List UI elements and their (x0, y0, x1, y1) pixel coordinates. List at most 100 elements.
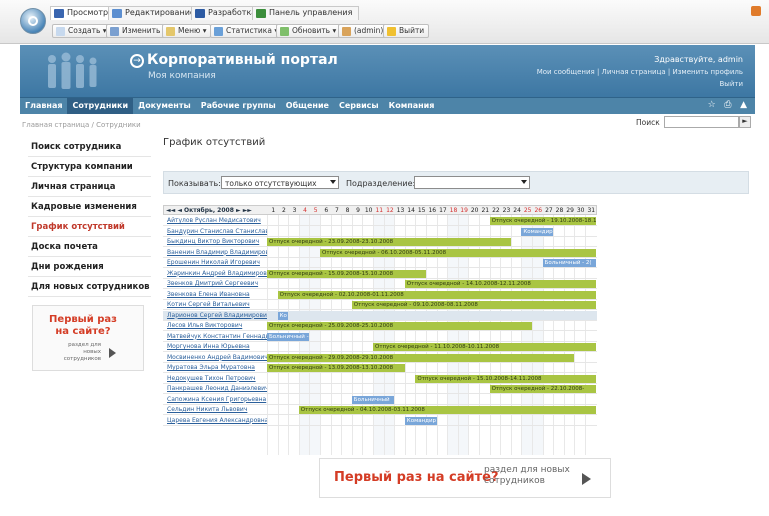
tab-control-panel[interactable]: Панель управления (252, 6, 360, 20)
show-label: Показывать: (168, 179, 221, 188)
department-select[interactable] (414, 176, 530, 189)
statistics-button[interactable]: Статистика ▾ (210, 24, 284, 38)
search-input[interactable] (664, 116, 739, 128)
calendar-next-button[interactable]: ► ►► (236, 207, 252, 214)
employee-name-link[interactable]: Моргунова Инна Юрьевна (167, 343, 267, 350)
vacation-bar[interactable]: Отпуск очередной - 11.10.2008-10.11.2008 (373, 343, 596, 351)
table-row: Панкрашев Леонид Даниэлевич Отпуск очеред… (163, 384, 597, 394)
new-visitor-promo[interactable]: Первый раз на сайте? раздел для новых со… (32, 305, 144, 371)
vacation-bar[interactable]: Отпуск очередной - 09.10.2008-08.11.2008 (351, 301, 596, 309)
vacation-bar[interactable]: Отпуск очередной - 15.09.2008-15.10.2008 (267, 269, 426, 278)
vacation-bar[interactable]: Отпуск очередной - 22.10.2008- (489, 385, 596, 393)
show-select[interactable]: только отсутствующих (221, 176, 339, 189)
portal-subtitle: Моя компания (148, 71, 216, 81)
business-trip-bar[interactable]: Командир (404, 416, 437, 425)
employee-name-link[interactable]: Сельдин Никита Львович (167, 406, 267, 413)
sick-leave-bar[interactable]: Больничный (351, 395, 395, 404)
employee-name-link[interactable]: Котин Сергей Витальевич (167, 301, 267, 308)
employee-name-link[interactable]: Панкрашев Леонид Даниэлевич (167, 385, 267, 392)
user-icon (342, 27, 351, 36)
promo-title: Первый раз на сайте? (49, 314, 117, 337)
employee-name-link[interactable]: Мосвиненко Андрей Вадимович (167, 354, 267, 361)
create-button[interactable]: Создать ▾ (52, 24, 112, 38)
day-label: 31 (587, 207, 596, 214)
business-trip-bar[interactable]: Командир (521, 227, 554, 236)
vacation-bar[interactable]: Отпуск очередной - 15.10.2008-14.11.2008 (415, 374, 596, 383)
sidebar: Поиск сотрудника Структура компании Личн… (28, 137, 151, 297)
search-button[interactable]: ► (739, 116, 751, 128)
employee-name-link[interactable]: Быкдинц Виктор Викторович (167, 238, 267, 245)
promo-subtitle: раздел для новых сотрудников (63, 342, 101, 362)
vacation-bar[interactable]: Отпуск очередной - 23.09.2008-23.10.2008 (267, 238, 511, 246)
vacation-bar[interactable]: Отпуск очередной - 19.10.2008-18.11.200 (489, 217, 596, 225)
close-icon[interactable] (751, 6, 761, 16)
table-row: Матвейчук Константин ГеннадьевичБольничн… (163, 332, 597, 342)
employee-name-link[interactable]: Бандурин Станислав Станиславович (167, 228, 267, 235)
favorite-star-icon[interactable]: ☆ (708, 100, 716, 110)
logout-button[interactable]: Выйти (383, 24, 430, 38)
vacation-bar[interactable]: Отпуск очередной - 02.10.2008-01.11.2008 (277, 290, 596, 299)
employee-name-link[interactable]: Сапожина Ксения Григорьевна (167, 396, 267, 403)
tab-edit[interactable]: Редактирование (108, 6, 202, 20)
print-icon[interactable]: ⎙ (724, 100, 731, 110)
employee-name-link[interactable]: Айтулов Руслан Медисатович (167, 217, 267, 224)
sick-leave-bar[interactable]: Больничный - 2( (542, 259, 596, 267)
nav-item-workgroups[interactable]: Рабочие группы (196, 98, 281, 114)
vacation-bar[interactable]: Отпуск очередной - 13.09.2008-13.10.2008 (267, 364, 405, 372)
employee-name-link[interactable]: Лесов Илья Викторович (167, 322, 267, 329)
vacation-bar[interactable]: Отпуск очередной - 25.09.2008-25.10.2008 (267, 322, 532, 330)
employee-name-link[interactable]: Недокушев Тихон Петрович (167, 375, 267, 382)
collapse-icon[interactable]: ▲ (740, 100, 747, 110)
employee-name-link[interactable]: Царева Евгения Александровна (167, 417, 267, 424)
refresh-button[interactable]: Обновить ▾ (276, 24, 342, 38)
nav-item-company[interactable]: Компания (384, 98, 440, 114)
nav-item-home[interactable]: Главная (20, 98, 67, 114)
logout-link[interactable]: Выйти (719, 80, 743, 88)
user-links[interactable]: Мои сообщения | Личная страница | Измени… (537, 68, 743, 76)
menu-button[interactable]: Меню ▾ (162, 24, 212, 38)
new-visitor-banner[interactable]: Первый раз на сайте? раздел для новых со… (319, 458, 611, 498)
sidebar-item-honor-board[interactable]: Доска почета (28, 237, 151, 257)
vacation-bar[interactable]: Отпуск очередной - 04.10.2008-03.11.2008 (298, 406, 596, 414)
employee-name-link[interactable]: Звенкова Елена Ивановна (167, 291, 267, 298)
employee-name-link[interactable]: Жаринкин Андрей Владимирович (167, 270, 267, 277)
nav-item-documents[interactable]: Документы (133, 98, 196, 114)
sidebar-item-structure[interactable]: Структура компании (28, 157, 151, 177)
employee-name-link[interactable]: Ерошенин Николай Игоревич (167, 259, 267, 266)
nav-item-services[interactable]: Сервисы (334, 98, 384, 114)
sidebar-item-find-employee[interactable]: Поиск сотрудника (28, 137, 151, 157)
sidebar-item-hr-changes[interactable]: Кадровые изменения (28, 197, 151, 217)
table-row: Ерошенин Николай Игоревич Больничный - 2( (163, 258, 597, 268)
start-orb-icon[interactable] (20, 8, 46, 34)
user-button[interactable]: (admin) (338, 24, 389, 38)
employee-name-link[interactable]: Матвейчук Константин Геннадьевич (167, 333, 267, 340)
department-label: Подразделение: (346, 179, 416, 188)
sidebar-item-personal-page[interactable]: Личная страница (28, 177, 151, 197)
vacation-bar[interactable]: Отпуск очередной - 14.10.2008-12.11.2008 (404, 280, 596, 288)
page-title: График отсутствий (163, 137, 266, 148)
nav-item-communication[interactable]: Общение (281, 98, 334, 114)
employee-name-link[interactable]: Ларионов Сергей Владимирович (167, 312, 267, 319)
refresh-icon (280, 27, 289, 36)
table-row: Сапожина Ксения Григорьевна Больничный (163, 395, 597, 405)
sidebar-item-birthdays[interactable]: Дни рождения (28, 257, 151, 277)
vacation-bar[interactable]: Отпуск очередной - 29.09.2008-29.10.2008 (267, 353, 575, 362)
banner-subtitle: раздел для новых сотрудников (484, 465, 570, 486)
table-row: Котин Сергей Витальевич Отпуск очередной … (163, 300, 597, 310)
vacation-bar[interactable]: Отпуск очередной - 06.10.2008-05.11.2008 (320, 248, 596, 257)
employee-name-link[interactable]: Муратова Эльра Муратовна (167, 364, 267, 371)
calendar-prev-button[interactable]: ◄◄ ◄ (166, 207, 182, 214)
sidebar-item-new-employees[interactable]: Для новых сотрудников (28, 277, 151, 297)
business-trip-bar[interactable]: Ко (277, 311, 289, 320)
nav-item-employees[interactable]: Сотрудники (67, 98, 134, 114)
employee-name-link[interactable]: Звенков Дмитрий Сергеевич (167, 280, 267, 287)
portal-title[interactable]: Корпоративный портал (147, 52, 338, 68)
employee-name-link[interactable]: Ваненин Владимир Владимирович (167, 249, 267, 256)
logout-icon (387, 27, 396, 36)
calendar-month-label: Октябрь, 2008 (184, 207, 234, 214)
people-silhouette-icon (48, 52, 97, 89)
sidebar-item-absence-chart[interactable]: График отсутствий (28, 217, 151, 237)
sick-leave-bar[interactable]: Больничный - 3( (267, 332, 310, 341)
tab-view[interactable]: Просмотр (50, 6, 116, 20)
breadcrumb[interactable]: Главная страница / Сотрудники (22, 121, 141, 129)
